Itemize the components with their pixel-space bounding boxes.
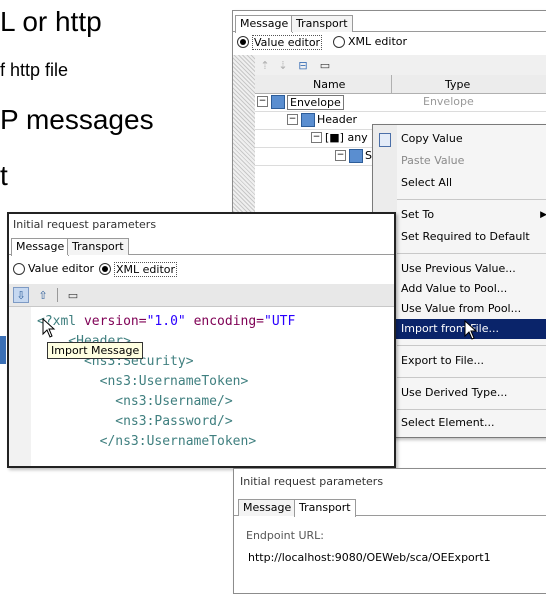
- menu-item-label: Copy Value: [401, 132, 463, 145]
- top-grid-toolbar: ⇡ ⇣ ⊟ ▭: [255, 55, 546, 76]
- xml-line-4: <ns3:UsernameToken>: [37, 374, 249, 389]
- xml-line-7: </ns3:UsernameToken>: [37, 434, 257, 449]
- radio-xml-editor[interactable]: [333, 36, 345, 48]
- menu-separator: [397, 409, 546, 410]
- tree-row-label: [■] any: [325, 131, 368, 144]
- export-message-icon[interactable]: ⇧: [35, 287, 51, 303]
- tree-row-envelope[interactable]: − Envelope Envelope: [255, 93, 546, 112]
- radio-value-editor-label: Value editor: [252, 35, 323, 50]
- element-icon: [349, 149, 363, 163]
- transport-window: Initial request parameters Message Trans…: [233, 468, 546, 594]
- tree-row-label: Envelope: [287, 95, 344, 110]
- xml-line-1: <?xml version="1.0" encoding="UTF: [37, 314, 296, 329]
- tree-row-label: S: [365, 149, 372, 162]
- endpoint-url-field[interactable]: http://localhost:9080/OEWeb/sca/OEExport…: [248, 551, 491, 564]
- move-up-icon[interactable]: ⇡: [257, 57, 273, 73]
- background-text-line2: f http file: [0, 60, 69, 80]
- menu-item-label: Select All: [401, 176, 453, 189]
- menu-separator: [397, 377, 546, 378]
- top-editor-mode-row: Value editor XML editor: [237, 35, 537, 50]
- menu-item-use-previous-value[interactable]: Use Previous Value...: [373, 259, 546, 279]
- xml-gutter: [9, 307, 31, 466]
- top-tab-bar: Message Transport: [233, 13, 546, 33]
- xml-line-5: <ns3:Username/>: [37, 394, 233, 409]
- menu-item-label: Select Element...: [401, 416, 495, 429]
- xml-window-title: Initial request parameters: [13, 218, 157, 231]
- menu-item-label: Set Required to Default: [401, 230, 530, 243]
- menu-item-label: Use Previous Value...: [401, 262, 516, 275]
- grid-header: Name Type: [255, 75, 546, 94]
- left-edge-arrow-icon: [0, 336, 6, 364]
- radio-xml-editor[interactable]: [99, 263, 111, 275]
- xml-editor-mode-row: Value editor XML editor: [13, 262, 313, 277]
- menu-item-select-all[interactable]: Select All: [373, 173, 546, 193]
- window-icon[interactable]: ▭: [317, 57, 333, 73]
- endpoint-url-label: Endpoint URL:: [246, 529, 324, 542]
- menu-item-export-to-file[interactable]: Export to File...: [373, 351, 546, 371]
- tab-transport[interactable]: Transport: [67, 238, 129, 255]
- background-text-line1: L or http: [0, 6, 102, 37]
- xml-toolbar: ⇩ ⇧ ▭: [9, 284, 394, 307]
- transport-window-title: Initial request parameters: [240, 475, 384, 488]
- menu-item-use-derived-type[interactable]: Use Derived Type...: [373, 383, 546, 403]
- menu-item-add-value-to-pool[interactable]: Add Value to Pool...: [373, 279, 546, 299]
- menu-separator: [397, 345, 546, 346]
- menu-item-copy-value[interactable]: Copy Value: [373, 129, 546, 149]
- xml-editor-window: Initial request parameters Message Trans…: [7, 212, 396, 468]
- menu-item-label: Export to File...: [401, 354, 484, 367]
- menu-item-label: Paste Value: [401, 154, 465, 167]
- expand-toggle-icon[interactable]: −: [257, 96, 268, 107]
- radio-value-editor[interactable]: [237, 36, 249, 48]
- radio-xml-editor-label: XML editor: [114, 262, 178, 277]
- toolbar-divider: [57, 288, 58, 302]
- context-menu: Copy Value Paste Value Select All Set To…: [372, 124, 546, 438]
- xml-line-6: <ns3:Password/>: [37, 414, 233, 429]
- tab-message[interactable]: Message: [235, 15, 294, 33]
- element-icon: [301, 113, 315, 127]
- expand-toggle-icon[interactable]: −: [311, 132, 322, 143]
- tab-transport[interactable]: Transport: [294, 499, 356, 517]
- expand-toggle-icon[interactable]: −: [335, 150, 346, 161]
- menu-item-set-to[interactable]: Set To ▶: [373, 205, 546, 225]
- menu-item-paste-value[interactable]: Paste Value: [373, 151, 546, 171]
- radio-value-editor-label: Value editor: [28, 262, 95, 275]
- element-icon: [271, 95, 285, 109]
- tab-transport[interactable]: Transport: [291, 15, 353, 32]
- column-divider: [391, 75, 392, 93]
- mouse-cursor-icon: [464, 320, 478, 340]
- menu-item-set-required-default[interactable]: Set Required to Default: [373, 227, 546, 247]
- window-icon[interactable]: ▭: [65, 287, 81, 303]
- radio-xml-editor-label: XML editor: [348, 35, 408, 48]
- tab-message[interactable]: Message: [11, 238, 70, 256]
- tree-row-label: Header: [317, 113, 358, 126]
- menu-item-select-element[interactable]: Select Element...: [373, 413, 546, 433]
- menu-item-label: Add Value to Pool...: [401, 282, 508, 295]
- import-message-tooltip: Import Message: [47, 342, 144, 359]
- submenu-arrow-icon: ▶: [540, 205, 546, 225]
- menu-separator: [397, 199, 546, 200]
- column-name-header[interactable]: Name: [313, 78, 345, 91]
- menu-item-label: Use Value from Pool...: [401, 302, 522, 315]
- menu-separator: [397, 253, 546, 254]
- menu-item-label: Use Derived Type...: [401, 386, 508, 399]
- tree-row-type: Envelope: [423, 95, 474, 108]
- menu-item-label: Set To: [401, 208, 435, 221]
- radio-value-editor[interactable]: [13, 263, 25, 275]
- tab-message[interactable]: Message: [238, 499, 297, 516]
- background-text-line4: t: [0, 160, 8, 191]
- move-down-icon[interactable]: ⇣: [275, 57, 291, 73]
- expand-toggle-icon[interactable]: −: [287, 114, 298, 125]
- import-message-icon[interactable]: ⇩: [13, 287, 29, 303]
- menu-item-import-from-file[interactable]: Import from File...: [373, 319, 546, 339]
- menu-item-label: Import from File...: [401, 322, 499, 335]
- menu-item-use-value-from-pool[interactable]: Use Value from Pool...: [373, 299, 546, 319]
- copy-icon: [379, 133, 391, 147]
- collapse-icon[interactable]: ⊟: [295, 57, 311, 73]
- background-text-line3: P messages: [0, 104, 154, 135]
- column-type-header[interactable]: Type: [445, 78, 470, 91]
- xml-tab-bar: Message Transport: [9, 236, 394, 256]
- mouse-cursor-icon: [42, 318, 56, 338]
- transport-tab-bar: Message Transport: [234, 497, 546, 517]
